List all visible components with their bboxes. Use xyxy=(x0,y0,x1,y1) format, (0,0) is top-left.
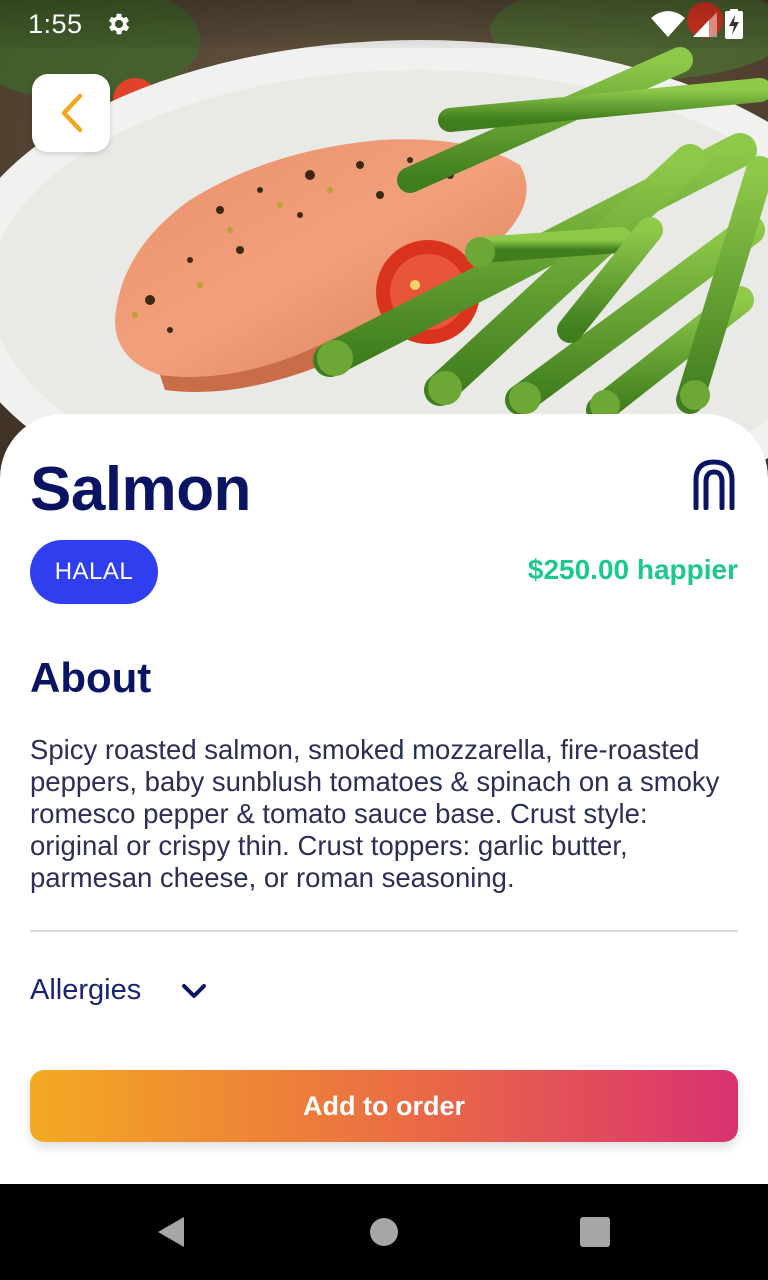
chevron-down-icon xyxy=(182,983,207,998)
wifi-icon xyxy=(651,11,685,37)
salmon-asparagus-photo xyxy=(0,0,768,480)
dish-details-card: Salmon HALAL $250.00 happier About Spicy… xyxy=(0,414,768,1184)
add-to-order-button[interactable]: Add to order xyxy=(30,1070,738,1142)
nav-back-icon[interactable] xyxy=(156,1215,186,1249)
dish-description: Spicy roasted salmon, smoked mozzarella,… xyxy=(30,734,720,893)
back-button[interactable] xyxy=(32,74,110,152)
system-navigation-bar xyxy=(0,1184,768,1280)
status-bar: 1:55 xyxy=(0,0,768,48)
about-heading: About xyxy=(30,654,152,701)
divider xyxy=(30,930,738,932)
status-icons xyxy=(650,8,744,40)
nav-recents-icon[interactable] xyxy=(580,1217,610,1247)
allergies-label: Allergies xyxy=(30,974,142,1006)
price-label: $250.00 happier xyxy=(527,554,738,585)
status-time: 1:55 xyxy=(28,8,83,39)
battery-charging-icon xyxy=(725,9,743,39)
cell-signal-icon xyxy=(693,12,717,37)
gear-icon xyxy=(108,13,129,35)
chevron-left-icon xyxy=(61,93,83,133)
nav-home-icon[interactable] xyxy=(370,1218,398,1246)
halal-badge: HALAL xyxy=(30,540,158,604)
allergies-toggle[interactable]: Allergies xyxy=(30,974,207,1007)
arch-bookmark-icon[interactable] xyxy=(692,458,736,510)
dish-hero-image xyxy=(0,0,768,480)
dish-title: Salmon xyxy=(30,455,251,524)
